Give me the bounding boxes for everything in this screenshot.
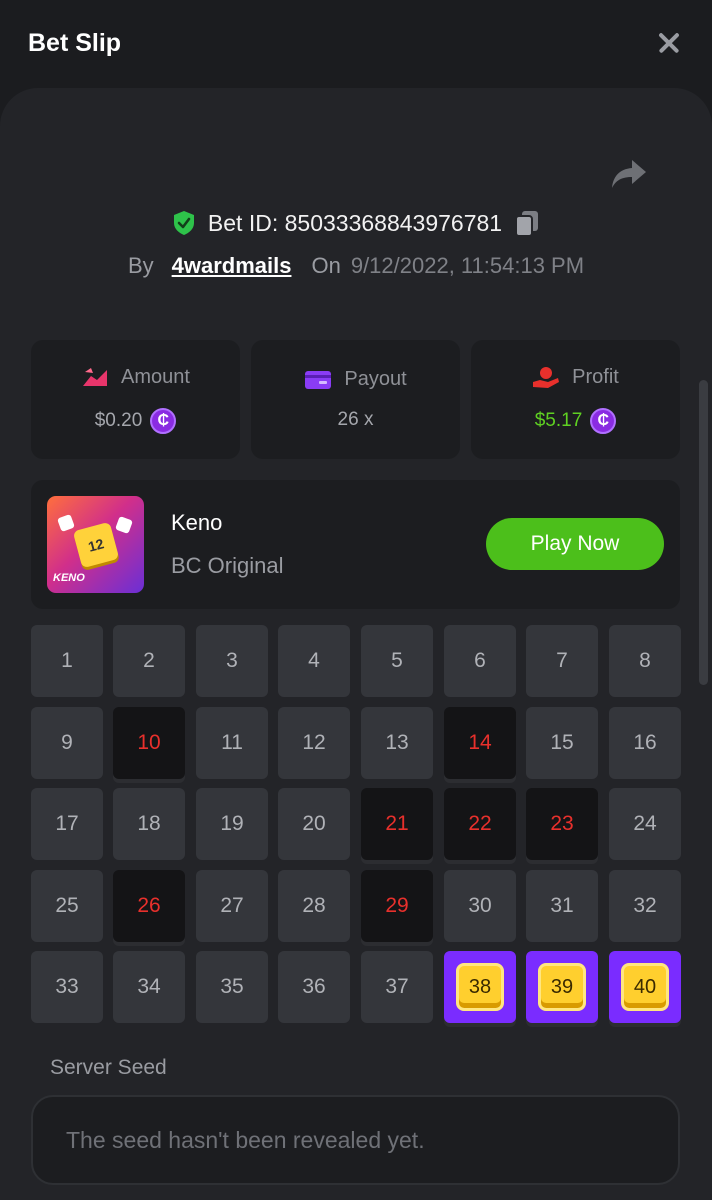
coin-icon: ₵: [150, 407, 177, 434]
keno-cell-28: 28: [278, 870, 350, 942]
keno-cell-18: 18: [113, 788, 185, 860]
keno-cell-21: 21: [361, 788, 433, 860]
payout-value: 26 x: [337, 409, 374, 430]
mini-die-icon: [115, 516, 133, 534]
keno-cell-27: 27: [196, 870, 268, 942]
play-now-button[interactable]: Play Now: [486, 518, 664, 570]
keno-cell-7: 7: [526, 625, 598, 697]
share-icon[interactable]: [610, 158, 648, 190]
keno-cell-31: 31: [526, 870, 598, 942]
close-icon[interactable]: [654, 28, 684, 58]
bet-meta-row: By 4wardmails On 9/12/2022, 11:54:13 PM: [0, 249, 712, 283]
keno-cell-5: 5: [361, 625, 433, 697]
game-provider: BC Original: [171, 553, 284, 578]
server-seed-label: Server Seed: [50, 1056, 167, 1079]
profit-hand-icon: [533, 366, 560, 388]
keno-cell-13: 13: [361, 707, 433, 779]
profit-label: Profit: [572, 366, 619, 388]
keno-cell-25: 25: [31, 870, 103, 942]
keno-cell-34: 34: [113, 951, 185, 1023]
keno-cell-3: 3: [196, 625, 268, 697]
keno-cell-36: 36: [278, 951, 350, 1023]
keno-cell-26: 26: [113, 870, 185, 942]
die-icon: 12: [72, 521, 120, 569]
amount-icon: [83, 367, 108, 386]
verified-shield-icon: [173, 211, 194, 235]
keno-cell-1: 1: [31, 625, 103, 697]
keno-cell-24: 24: [609, 788, 681, 860]
keno-cell-16: 16: [609, 707, 681, 779]
gem-icon: 40: [621, 963, 669, 1011]
keno-cell-23: 23: [526, 788, 598, 860]
amount-card: Amount $0.20 ₵: [31, 340, 240, 459]
keno-cell-6: 6: [444, 625, 516, 697]
keno-cell-20: 20: [278, 788, 350, 860]
payout-card: Payout 26 x: [251, 340, 460, 459]
game-name: Keno: [171, 510, 223, 535]
keno-cell-19: 19: [196, 788, 268, 860]
bet-id: Bet ID: 85033368843976781: [207, 209, 503, 236]
keno-cell-32: 32: [609, 870, 681, 942]
on-label: On: [311, 253, 341, 278]
mini-die-icon: [57, 514, 75, 532]
by-label: By: [127, 253, 154, 278]
keno-cell-2: 2: [113, 625, 185, 697]
bet-id-row: Bet ID: 85033368843976781: [0, 205, 712, 241]
page-title: Bet Slip: [28, 28, 122, 57]
keno-cell-17: 17: [31, 788, 103, 860]
keno-cell-22: 22: [444, 788, 516, 860]
keno-cell-39: 39: [526, 951, 598, 1023]
keno-cell-10: 10: [113, 707, 185, 779]
thumbnail-label: KENO: [53, 572, 85, 584]
keno-cell-40: 40: [609, 951, 681, 1023]
gem-icon: 38: [456, 963, 504, 1011]
wallet-icon: [305, 370, 332, 389]
coin-icon: ₵: [590, 407, 617, 434]
keno-cell-11: 11: [196, 707, 268, 779]
keno-cell-12: 12: [278, 707, 350, 779]
keno-cell-15: 15: [526, 707, 598, 779]
keno-cell-29: 29: [361, 870, 433, 942]
server-seed-field[interactable]: The seed hasn't been revealed yet.: [31, 1095, 680, 1185]
copy-icon[interactable]: [514, 209, 540, 237]
amount-label: Amount: [121, 366, 190, 388]
profit-value: $5.17: [534, 409, 583, 431]
keno-cell-33: 33: [31, 951, 103, 1023]
payout-label: Payout: [344, 368, 407, 390]
keno-cell-4: 4: [278, 625, 350, 697]
keno-cell-35: 35: [196, 951, 268, 1023]
username-link[interactable]: 4wardmails: [172, 253, 292, 279]
bet-date: 9/12/2022, 11:54:13 PM: [350, 253, 585, 278]
keno-cell-30: 30: [444, 870, 516, 942]
gem-icon: 39: [538, 963, 586, 1011]
keno-thumbnail[interactable]: 12 KENO: [47, 496, 144, 593]
scrollbar[interactable]: [699, 380, 708, 685]
top-bar: Bet Slip: [0, 0, 712, 86]
keno-cell-14: 14: [444, 707, 516, 779]
keno-cell-37: 37: [361, 951, 433, 1023]
keno-cell-38: 38: [444, 951, 516, 1023]
keno-cell-9: 9: [31, 707, 103, 779]
keno-cell-8: 8: [609, 625, 681, 697]
profit-card: Profit $5.17 ₵: [471, 340, 680, 459]
game-card: 12 KENO Keno BC Original Play Now: [31, 480, 680, 609]
amount-value: $0.20: [94, 409, 143, 431]
